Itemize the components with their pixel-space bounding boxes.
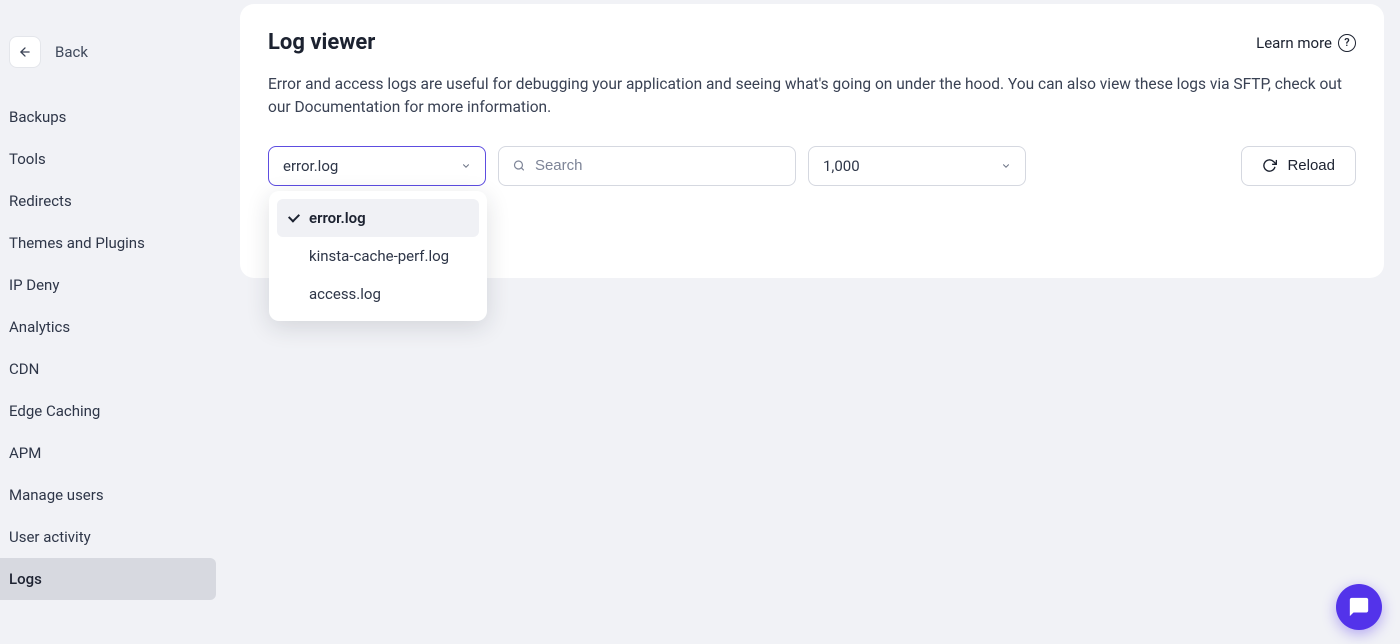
- line-count-value: 1,000: [823, 157, 860, 175]
- page-title: Log viewer: [268, 30, 375, 55]
- content-area: Log viewer Learn more ? Error and access…: [232, 0, 1400, 644]
- sidebar-nav: Backups Tools Redirects Themes and Plugi…: [0, 96, 232, 600]
- chevron-down-icon: [1001, 161, 1011, 171]
- sidebar-item-ip-deny[interactable]: IP Deny: [0, 264, 232, 306]
- sidebar-item-cdn[interactable]: CDN: [0, 348, 232, 390]
- search-icon: [513, 159, 525, 172]
- sidebar-item-analytics[interactable]: Analytics: [0, 306, 232, 348]
- sidebar-item-user-activity[interactable]: User activity: [0, 516, 232, 558]
- back-button[interactable]: [9, 36, 41, 68]
- arrow-left-icon: [18, 45, 32, 59]
- log-file-dropdown: error.log kinsta-cache-perf.log access.l…: [269, 191, 487, 321]
- sidebar-item-logs[interactable]: Logs: [0, 558, 216, 600]
- sidebar-item-edge-caching[interactable]: Edge Caching: [0, 390, 232, 432]
- sidebar-item-themes-plugins[interactable]: Themes and Plugins: [0, 222, 232, 264]
- dropdown-option-error-log[interactable]: error.log: [277, 199, 479, 237]
- sidebar-item-backups[interactable]: Backups: [0, 96, 232, 138]
- controls-row: error.log error.log kinsta-cache-perf.lo…: [268, 146, 1356, 186]
- log-viewer-card: Log viewer Learn more ? Error and access…: [240, 4, 1384, 278]
- sidebar-item-manage-users[interactable]: Manage users: [0, 474, 232, 516]
- sidebar-item-apm[interactable]: APM: [0, 432, 232, 474]
- reload-button[interactable]: Reload: [1241, 146, 1356, 186]
- sidebar: Back Backups Tools Redirects Themes and …: [0, 0, 232, 644]
- card-header: Log viewer Learn more ?: [268, 30, 1356, 55]
- log-file-select-value: error.log: [283, 157, 338, 175]
- dropdown-option-kinsta-cache-perf[interactable]: kinsta-cache-perf.log: [277, 237, 479, 275]
- description-text: Error and access logs are useful for deb…: [268, 73, 1348, 120]
- learn-more-label: Learn more: [1256, 34, 1332, 52]
- sidebar-item-tools[interactable]: Tools: [0, 138, 232, 180]
- dropdown-option-access-log[interactable]: access.log: [277, 275, 479, 313]
- back-row: Back: [0, 36, 232, 96]
- reload-icon: [1262, 158, 1277, 173]
- chat-launcher-button[interactable]: [1336, 584, 1382, 630]
- search-input[interactable]: [535, 157, 781, 174]
- sidebar-item-redirects[interactable]: Redirects: [0, 180, 232, 222]
- back-label[interactable]: Back: [55, 43, 88, 61]
- line-count-select[interactable]: 1,000: [808, 146, 1026, 186]
- chat-icon: [1348, 596, 1370, 618]
- reload-label: Reload: [1287, 157, 1335, 174]
- log-file-select[interactable]: error.log error.log kinsta-cache-perf.lo…: [268, 146, 486, 186]
- learn-more-link[interactable]: Learn more ?: [1256, 34, 1356, 52]
- help-icon: ?: [1338, 34, 1356, 52]
- chevron-down-icon: [461, 161, 471, 171]
- search-box[interactable]: [498, 146, 796, 186]
